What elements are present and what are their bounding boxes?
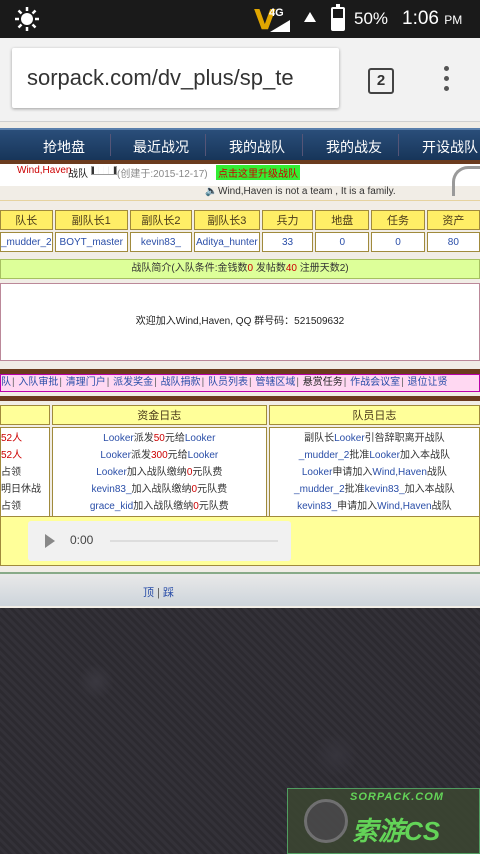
signal-icon — [270, 20, 290, 32]
col-territory: 地盘 — [315, 210, 370, 230]
link-donate[interactable]: 战队捐款 — [161, 377, 201, 388]
assets-value[interactable]: 80 — [426, 232, 480, 252]
log-entry: _mudder_2批准kevin83_加入本战队 — [294, 484, 455, 495]
log-entry: kevin83_申请加入Wind,Haven战队 — [297, 501, 452, 512]
team-admin-links: 队| 入队审批| 清理门户| 派发奖金| 战队捐款| 队员列表| 管辖区域| 悬… — [0, 374, 480, 392]
log-entry: Looker申请加入Wind,Haven战队 — [301, 467, 447, 478]
vice1-link[interactable]: BOYT_master — [54, 232, 128, 252]
address-bar[interactable]: sorpack.com/dv_plus/sp_te — [12, 48, 339, 108]
dislike-link[interactable]: 踩 — [163, 587, 174, 599]
site-logo: SORPACK.COM 索游CS — [287, 788, 480, 854]
log-entry: 52人 — [1, 450, 23, 461]
log-entry: 占领 — [1, 467, 21, 478]
network-type: 4G — [269, 7, 284, 19]
play-icon[interactable] — [45, 534, 55, 548]
nav-my-team[interactable]: 我的战队 — [229, 137, 285, 157]
like-link[interactable]: 顶 — [143, 587, 154, 599]
audio-time: 0:00 — [70, 533, 94, 547]
upgrade-team-link[interactable]: 点击这里升级战队 — [216, 165, 300, 180]
link-join-approval[interactable]: 入队审批 — [18, 377, 58, 388]
log-entry: 占领 — [1, 501, 21, 512]
col-captain: 队长 — [0, 210, 53, 230]
nav-grab-territory[interactable]: 抢地盘 — [43, 137, 85, 157]
team-suffix: 战队 — [68, 169, 88, 180]
nav-recent-battles[interactable]: 最近战况 — [133, 137, 189, 157]
link-bonus[interactable]: 派发奖金 — [113, 377, 153, 388]
page-content: 抢地盘 最近战况 我的战队 我的战友 开设战队 Wind,Haven 战队 ██… — [0, 122, 480, 608]
logs-table: 资金日志 队员日志 52人 52人 占领 明日休战 占领 Looker派发50元… — [0, 403, 480, 520]
logo-emblem — [304, 799, 348, 843]
col-vice1: 副队长1 — [54, 210, 128, 230]
url-text: sorpack.com/dv_plus/sp_te — [27, 65, 294, 90]
team-motto: 🔈 Wind,Haven is not a team , It is a fam… — [0, 186, 480, 200]
speaker-icon: 🔈 — [205, 186, 218, 197]
battle-log-header — [0, 405, 50, 425]
main-nav: 抢地盘 最近战况 我的战队 我的战友 开设战队 — [0, 128, 480, 160]
browser-toolbar: sorpack.com/dv_plus/sp_te 2 — [0, 38, 480, 122]
col-vice2: 副队长2 — [129, 210, 192, 230]
battle-log: 52人 52人 占领 明日休战 占领 — [0, 427, 50, 518]
col-tasks: 任务 — [371, 210, 425, 230]
created-date: (创建于:2015-12-17) — [117, 169, 208, 180]
team-info-row: Wind,Haven 战队 ████ (创建于:2015-12-17) 点击这里… — [0, 164, 480, 196]
link-team[interactable]: 队 — [1, 377, 11, 388]
battery-percent: 50% — [354, 9, 389, 28]
status-bar: V 4G 50% 1:06 PM — [0, 0, 480, 38]
wifi-icon — [304, 12, 316, 22]
troops-value[interactable]: 33 — [261, 232, 314, 252]
fund-log: Looker派发50元给Looker Looker派发300元给Looker L… — [51, 427, 267, 518]
page-footer: 顶 | 踩 — [0, 572, 480, 606]
web-page: 抢地盘 最近战况 我的战队 我的战友 开设战队 Wind,Haven 战队 ██… — [0, 122, 480, 854]
tab-switcher-button[interactable]: 2 — [368, 68, 394, 94]
log-entry: kevin83_加入战队缴纳0元队费 — [91, 484, 228, 495]
link-member-list[interactable]: 队员列表 — [208, 377, 248, 388]
log-entry: Looker加入战队缴纳0元队费 — [96, 467, 223, 478]
fund-log-header: 资金日志 — [51, 405, 267, 425]
log-entry: Looker派发300元给Looker — [100, 450, 219, 461]
log-entry: grace_kid加入战队缴纳0元队费 — [89, 501, 229, 512]
brightness-icon — [15, 7, 39, 31]
link-war-room[interactable]: 作战会议室 — [350, 377, 400, 388]
link-areas[interactable]: 管辖区域 — [255, 377, 295, 388]
link-bounty[interactable]: 悬赏任务 — [303, 377, 343, 388]
log-entry: Looker派发50元给Looker — [103, 433, 216, 444]
nav-my-friends[interactable]: 我的战友 — [326, 137, 382, 157]
tasks-value[interactable]: 0 — [371, 232, 425, 252]
log-entry: _mudder_2批准Looker加入本战队 — [298, 450, 450, 461]
link-abdicate[interactable]: 退位让贤 — [408, 377, 448, 388]
col-troops: 兵力 — [261, 210, 314, 230]
member-log: 副队长Looker引咎辞职离开战队 _mudder_2批准Looker加入本战队… — [268, 427, 480, 518]
vice3-link[interactable]: Aditya_hunter — [193, 232, 260, 252]
audio-section: 0:00 — [0, 516, 480, 566]
col-vice3: 副队长3 — [193, 210, 260, 230]
intro-text: 欢迎加入Wind,Haven, QQ 群号码：521509632 — [0, 283, 480, 361]
roster-table: 队长 副队长1 副队长2 副队长3 兵力 地盘 任务 资产 _mudder_2 … — [0, 208, 480, 254]
territory-value[interactable]: 0 — [315, 232, 370, 252]
clock: 1:06 PM — [402, 8, 463, 29]
battery-icon — [331, 4, 345, 31]
audio-progress[interactable] — [110, 540, 278, 542]
nav-create-team[interactable]: 开设战队 — [422, 137, 478, 157]
team-badge: ████ — [91, 166, 117, 175]
member-log-header: 队员日志 — [268, 405, 480, 425]
motto-text: Wind,Haven is not a team , It is a famil… — [218, 186, 396, 197]
team-name[interactable]: Wind,Haven — [17, 165, 71, 176]
intro-header: 战队简介(入队条件:金钱数0 发帖数40 注册天数2) — [0, 259, 480, 279]
log-entry: 明日休战 — [1, 484, 41, 495]
col-assets: 资产 — [426, 210, 480, 230]
link-clean-members[interactable]: 清理门户 — [66, 377, 106, 388]
log-entry: 副队长Looker引咎辞职离开战队 — [304, 433, 445, 444]
audio-player[interactable]: 0:00 — [28, 521, 291, 561]
log-entry: 52人 — [1, 433, 23, 444]
vice2-link[interactable]: kevin83_ — [129, 232, 192, 252]
overflow-menu-icon[interactable] — [440, 66, 452, 96]
captain-link[interactable]: _mudder_2 — [0, 232, 53, 252]
